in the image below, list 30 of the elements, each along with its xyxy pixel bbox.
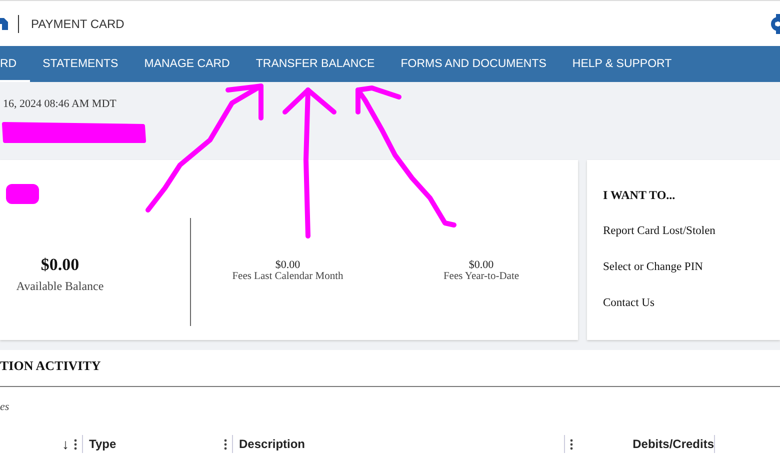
fee-label: Fees Last Calendar Month [232,270,344,282]
note-text: es [0,401,10,413]
column-menu-icon[interactable] [74,438,77,450]
column-header[interactable]: Debits/Credits [632,437,714,451]
redaction-mark [6,184,39,204]
action-link[interactable]: Report Card Lost/Stolen [603,225,780,237]
nav-tab[interactable]: HELP & SUPPORT [559,46,685,82]
balance-amount: $0.00 [40,254,80,274]
action-link[interactable]: Contact Us [603,297,780,309]
column-menu-icon[interactable] [224,438,227,450]
logo-icon [0,16,8,32]
fee-label: Fees Year-to-Date [443,270,520,282]
balance-label: Available Balance [16,278,104,294]
column-header[interactable]: Description [239,437,564,451]
sort-arrow[interactable]: ↓ [62,436,69,452]
column-menu-icon[interactable] [570,438,573,450]
fee-amount: $0.00 [468,258,494,270]
nav-tab[interactable]: TRANSFER BALANCE [242,46,388,82]
fee-amount: $0.00 [275,258,300,270]
settings-icon[interactable] [768,14,780,34]
app-title: PAYMENT CARD [31,16,126,30]
timestamp: 16, 2024 08:46 AM MDT [3,98,118,112]
section-title: TION ACTIVITY [0,357,102,375]
nav-tab[interactable]: RD [0,46,30,82]
action-link[interactable]: Select or Change PIN [603,261,780,273]
nav-tab[interactable]: FORMS AND DOCUMENTS [388,46,560,82]
nav-tab[interactable]: STATEMENTS [30,46,132,82]
actions-title: I WANT TO... [603,188,676,203]
column-header[interactable]: Type [89,437,219,451]
nav-tab[interactable]: MANAGE CARD [131,46,243,82]
